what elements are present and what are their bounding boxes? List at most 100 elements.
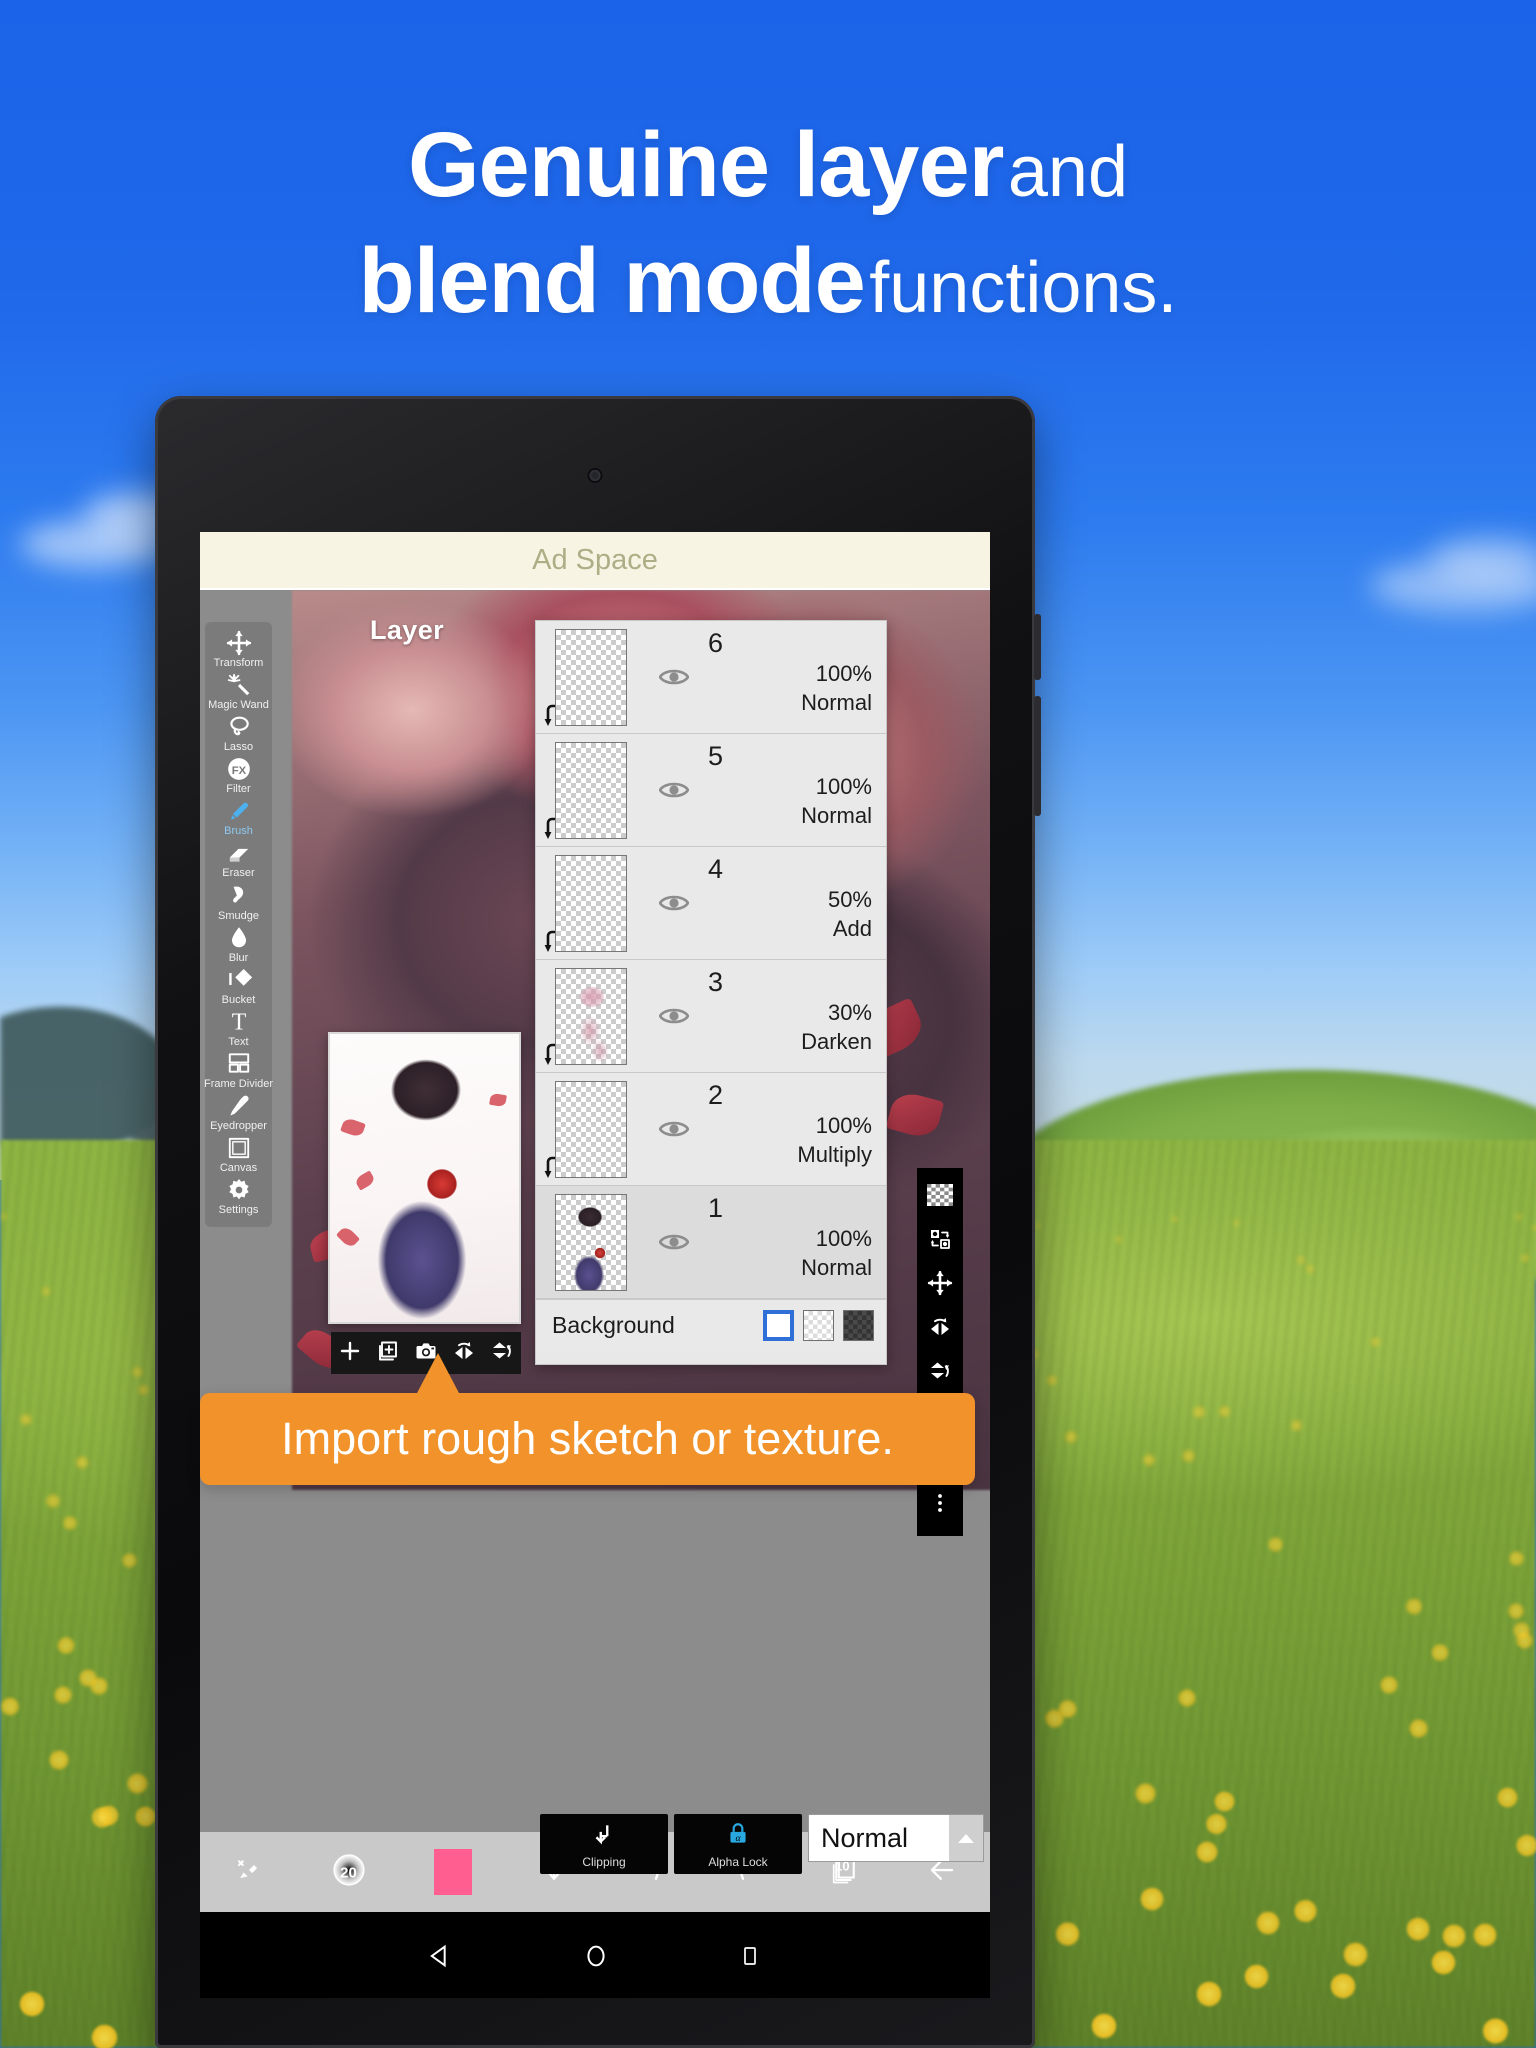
- flip-vertical-icon: [928, 1359, 952, 1388]
- layer-thumbnail[interactable]: [555, 1080, 627, 1178]
- layer-row[interactable]: 4 50% Add: [536, 847, 886, 960]
- layer-row[interactable]: 3 30% Darken: [536, 960, 886, 1073]
- layer-blend-mode: Add: [832, 916, 872, 941]
- reference-thumbnail[interactable]: [328, 1032, 521, 1324]
- smudge-icon: [226, 882, 252, 909]
- tool-lasso[interactable]: Lasso: [205, 713, 272, 753]
- tool-frame-divider[interactable]: Frame Divider: [204, 1050, 273, 1090]
- flower: [132, 1366, 143, 1377]
- tool-text[interactable]: T Text: [205, 1008, 272, 1048]
- layer-thumbnail-wrap[interactable]: [536, 1073, 646, 1185]
- background-swatches[interactable]: [763, 1310, 874, 1341]
- layer-thumbnail-wrap[interactable]: [536, 1186, 646, 1298]
- layer-blend-mode: Darken: [801, 1029, 872, 1054]
- layer-row[interactable]: 6 100% Normal: [536, 621, 886, 734]
- tool-brush[interactable]: Brush: [205, 797, 272, 837]
- nav-recents-button[interactable]: [738, 1942, 764, 1968]
- tool-label: Text: [228, 1035, 249, 1048]
- tool-filter[interactable]: FX Filter: [205, 755, 272, 795]
- ad-space-banner[interactable]: Ad Space: [200, 532, 990, 588]
- tool-transform[interactable]: Transform: [205, 629, 272, 669]
- swap-layer-button[interactable]: [928, 1219, 952, 1263]
- layer-thumbnail[interactable]: [555, 967, 627, 1065]
- tool-smudge[interactable]: Smudge: [205, 882, 272, 922]
- tool-magic-wand[interactable]: Magic Wand: [205, 671, 272, 711]
- flip-vertical-button[interactable]: [928, 1351, 952, 1395]
- tool-canvas[interactable]: Canvas: [205, 1134, 272, 1174]
- nav-back-button[interactable]: [426, 1942, 452, 1968]
- layer-meta: 4 50% Add: [702, 847, 886, 959]
- layer-thumbnail[interactable]: [555, 741, 627, 839]
- layer-number: 4: [708, 854, 724, 884]
- move-layer-button[interactable]: [927, 1263, 953, 1307]
- tool-settings[interactable]: Settings: [205, 1176, 272, 1216]
- tool-blur[interactable]: Blur: [205, 924, 272, 964]
- layer-thumbnail-wrap[interactable]: [536, 621, 646, 733]
- layer-thumbnail-wrap[interactable]: [536, 847, 646, 959]
- duplicate-layer-button[interactable]: [376, 1339, 400, 1368]
- flower: [90, 2023, 118, 2048]
- layer-list[interactable]: 6 100% Normal 5 100% Normal 4 50% Add 3 30% Darken 2…: [536, 621, 886, 1299]
- layer-bottom-controls[interactable]: Clipping α Alpha Lock Normal: [540, 1814, 990, 1876]
- layer-visibility-toggle[interactable]: [646, 734, 702, 846]
- layer-visibility-toggle[interactable]: [646, 1073, 702, 1185]
- tool-label: Filter: [226, 783, 251, 796]
- flower: [1205, 1813, 1228, 1835]
- add-layer-button[interactable]: [338, 1339, 362, 1368]
- layer-panel[interactable]: 6 100% Normal 5 100% Normal 4 50% Add 3 30% Darken 2…: [535, 620, 887, 1365]
- flower: [1114, 1235, 1122, 1243]
- tool-eraser[interactable]: Eraser: [205, 839, 272, 879]
- chevron-up-icon[interactable]: [949, 1815, 983, 1861]
- lasso-icon: [226, 713, 252, 740]
- layer-thumbnail-wrap[interactable]: [536, 734, 646, 846]
- layer-number: 2: [708, 1080, 724, 1110]
- tool-rail[interactable]: Transform Magic Wand Lasso FX Filter Brush Era…: [204, 622, 273, 1228]
- layer-visibility-toggle[interactable]: [646, 1186, 702, 1298]
- layer-number: 1: [708, 1193, 724, 1223]
- nav-home-button[interactable]: [582, 1942, 608, 1968]
- clipping-button[interactable]: Clipping: [540, 1814, 668, 1874]
- background-swatch-dark-checker[interactable]: [843, 1310, 874, 1341]
- blend-mode-value: Normal: [821, 1822, 909, 1853]
- flip-vertical-button[interactable]: [490, 1339, 514, 1368]
- more-options-button[interactable]: [928, 1483, 952, 1527]
- layer-row[interactable]: 2 100% Multiply: [536, 1073, 886, 1186]
- swap-layers-icon: [928, 1227, 952, 1256]
- brush-settings-button[interactable]: [234, 1855, 264, 1890]
- layer-row[interactable]: 5 100% Normal: [536, 734, 886, 847]
- layer-opacity: 100%: [815, 1226, 872, 1251]
- flower: [1431, 1643, 1449, 1661]
- layer-thumbnail[interactable]: [555, 854, 627, 952]
- flower: [1330, 1973, 1356, 1999]
- flower: [57, 1636, 75, 1654]
- front-camera-icon: [589, 470, 601, 481]
- plus-icon: [338, 1339, 362, 1368]
- transparency-button[interactable]: [927, 1175, 953, 1219]
- alpha-lock-button[interactable]: α Alpha Lock: [674, 1814, 802, 1874]
- volume-button[interactable]: [1034, 614, 1041, 680]
- brush-size-button[interactable]: 20: [331, 1852, 367, 1893]
- square-recents-icon: [738, 1947, 762, 1974]
- layer-row[interactable]: 1 100% Normal: [536, 1186, 886, 1299]
- layer-visibility-toggle[interactable]: [646, 621, 702, 733]
- layer-visibility-toggle[interactable]: [646, 847, 702, 959]
- color-picker-button[interactable]: [433, 1849, 472, 1895]
- layer-thumbnail[interactable]: [555, 1193, 627, 1291]
- background-swatch-light-checker[interactable]: [803, 1310, 834, 1341]
- layer-thumbnail[interactable]: [555, 628, 627, 726]
- layer-thumbnail-wrap[interactable]: [536, 960, 646, 1072]
- blend-mode-select[interactable]: Normal: [808, 1814, 984, 1862]
- tool-eyedropper[interactable]: Eyedropper: [205, 1092, 272, 1132]
- background-swatch-white[interactable]: [763, 1310, 794, 1341]
- layer-visibility-toggle[interactable]: [646, 960, 702, 1072]
- flower: [137, 1384, 149, 1396]
- power-button[interactable]: [1034, 696, 1041, 816]
- layer-blend-mode: Normal: [801, 803, 872, 828]
- tool-bucket[interactable]: Bucket: [205, 966, 272, 1006]
- flower: [48, 1750, 69, 1771]
- background-row[interactable]: Background: [536, 1299, 886, 1351]
- flip-horizontal-button[interactable]: [928, 1307, 952, 1351]
- droplet-icon: [226, 924, 252, 951]
- flower: [1243, 1963, 1269, 1990]
- android-navigation-bar[interactable]: [200, 1912, 990, 1998]
